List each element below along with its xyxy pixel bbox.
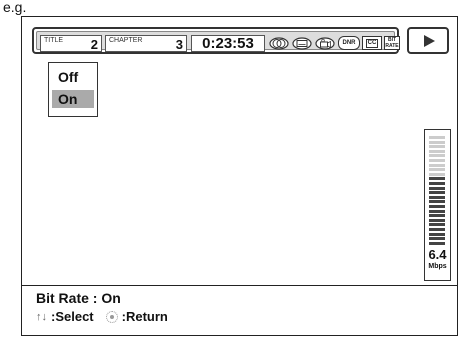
meter-segment <box>429 237 445 241</box>
meter-segment <box>429 191 445 195</box>
meter-unit: Mbps <box>428 263 447 270</box>
osd-frame: TITLE 2 CHAPTER 3 0:23:53 DNR CC BIT RAT… <box>21 16 458 336</box>
cc-icon[interactable]: CC <box>362 36 382 50</box>
subtitle-icon[interactable] <box>291 36 313 50</box>
play-icon <box>424 35 435 47</box>
chapter-value: 3 <box>175 37 183 52</box>
meter-segment <box>429 159 445 162</box>
status-bar: Bit Rate : On ↑↓ :Select :Return <box>21 285 458 336</box>
help-line: ↑↓ :Select :Return <box>36 309 168 325</box>
meter-segment <box>429 223 445 227</box>
dnr-icon[interactable]: DNR <box>338 36 360 50</box>
meter-segment <box>429 177 445 181</box>
meter-segment <box>429 205 445 208</box>
meter-segment <box>429 172 445 176</box>
chapter-box: CHAPTER 3 <box>105 35 187 52</box>
meter-value: 6.4 <box>428 247 447 262</box>
cc-label: CC <box>365 38 379 48</box>
title-label: TITLE <box>44 37 64 44</box>
meter-segment <box>429 168 445 172</box>
meter-segment <box>429 136 445 139</box>
meter-segment <box>429 149 445 153</box>
enter-button-icon <box>105 311 118 323</box>
return-hint: :Return <box>121 309 168 324</box>
meter-segment <box>429 241 445 245</box>
option-on[interactable]: On <box>52 90 94 108</box>
meter-segment <box>429 163 445 167</box>
meter-segment <box>429 232 445 236</box>
meter-segment <box>429 209 445 213</box>
meter-segment <box>429 140 445 144</box>
meter-segment <box>429 154 445 158</box>
meter-segment <box>429 182 445 185</box>
bit-rate-meter: 6.4 Mbps <box>424 129 451 281</box>
meter-segment <box>429 186 445 190</box>
audio-icon[interactable] <box>268 36 290 50</box>
chapter-label: CHAPTER <box>109 37 143 44</box>
info-bar: TITLE 2 CHAPTER 3 0:23:53 DNR CC BIT RAT… <box>32 27 400 54</box>
title-value: 2 <box>90 37 98 52</box>
bit-rate-menu: Off On <box>48 62 98 117</box>
status-line: Bit Rate : On <box>36 290 121 306</box>
title-box: TITLE 2 <box>40 35 102 52</box>
meter-segment <box>429 218 445 222</box>
up-down-arrows-icon: ↑↓ <box>36 311 47 323</box>
angle-icon[interactable] <box>314 36 336 50</box>
elapsed-time: 0:23:53 <box>191 35 265 52</box>
play-button[interactable] <box>407 27 449 54</box>
meter-segment <box>429 228 445 231</box>
caption: e.g. <box>3 0 27 15</box>
meter-segment <box>429 214 445 218</box>
bit-rate-icon[interactable]: BIT RATE <box>384 36 400 50</box>
meter-segment <box>429 145 445 149</box>
meter-segment <box>429 200 445 204</box>
select-hint: :Select <box>51 309 94 324</box>
meter-segment <box>429 195 445 199</box>
bit-rate-label-2: RATE <box>385 43 399 49</box>
option-off[interactable]: Off <box>52 68 94 86</box>
